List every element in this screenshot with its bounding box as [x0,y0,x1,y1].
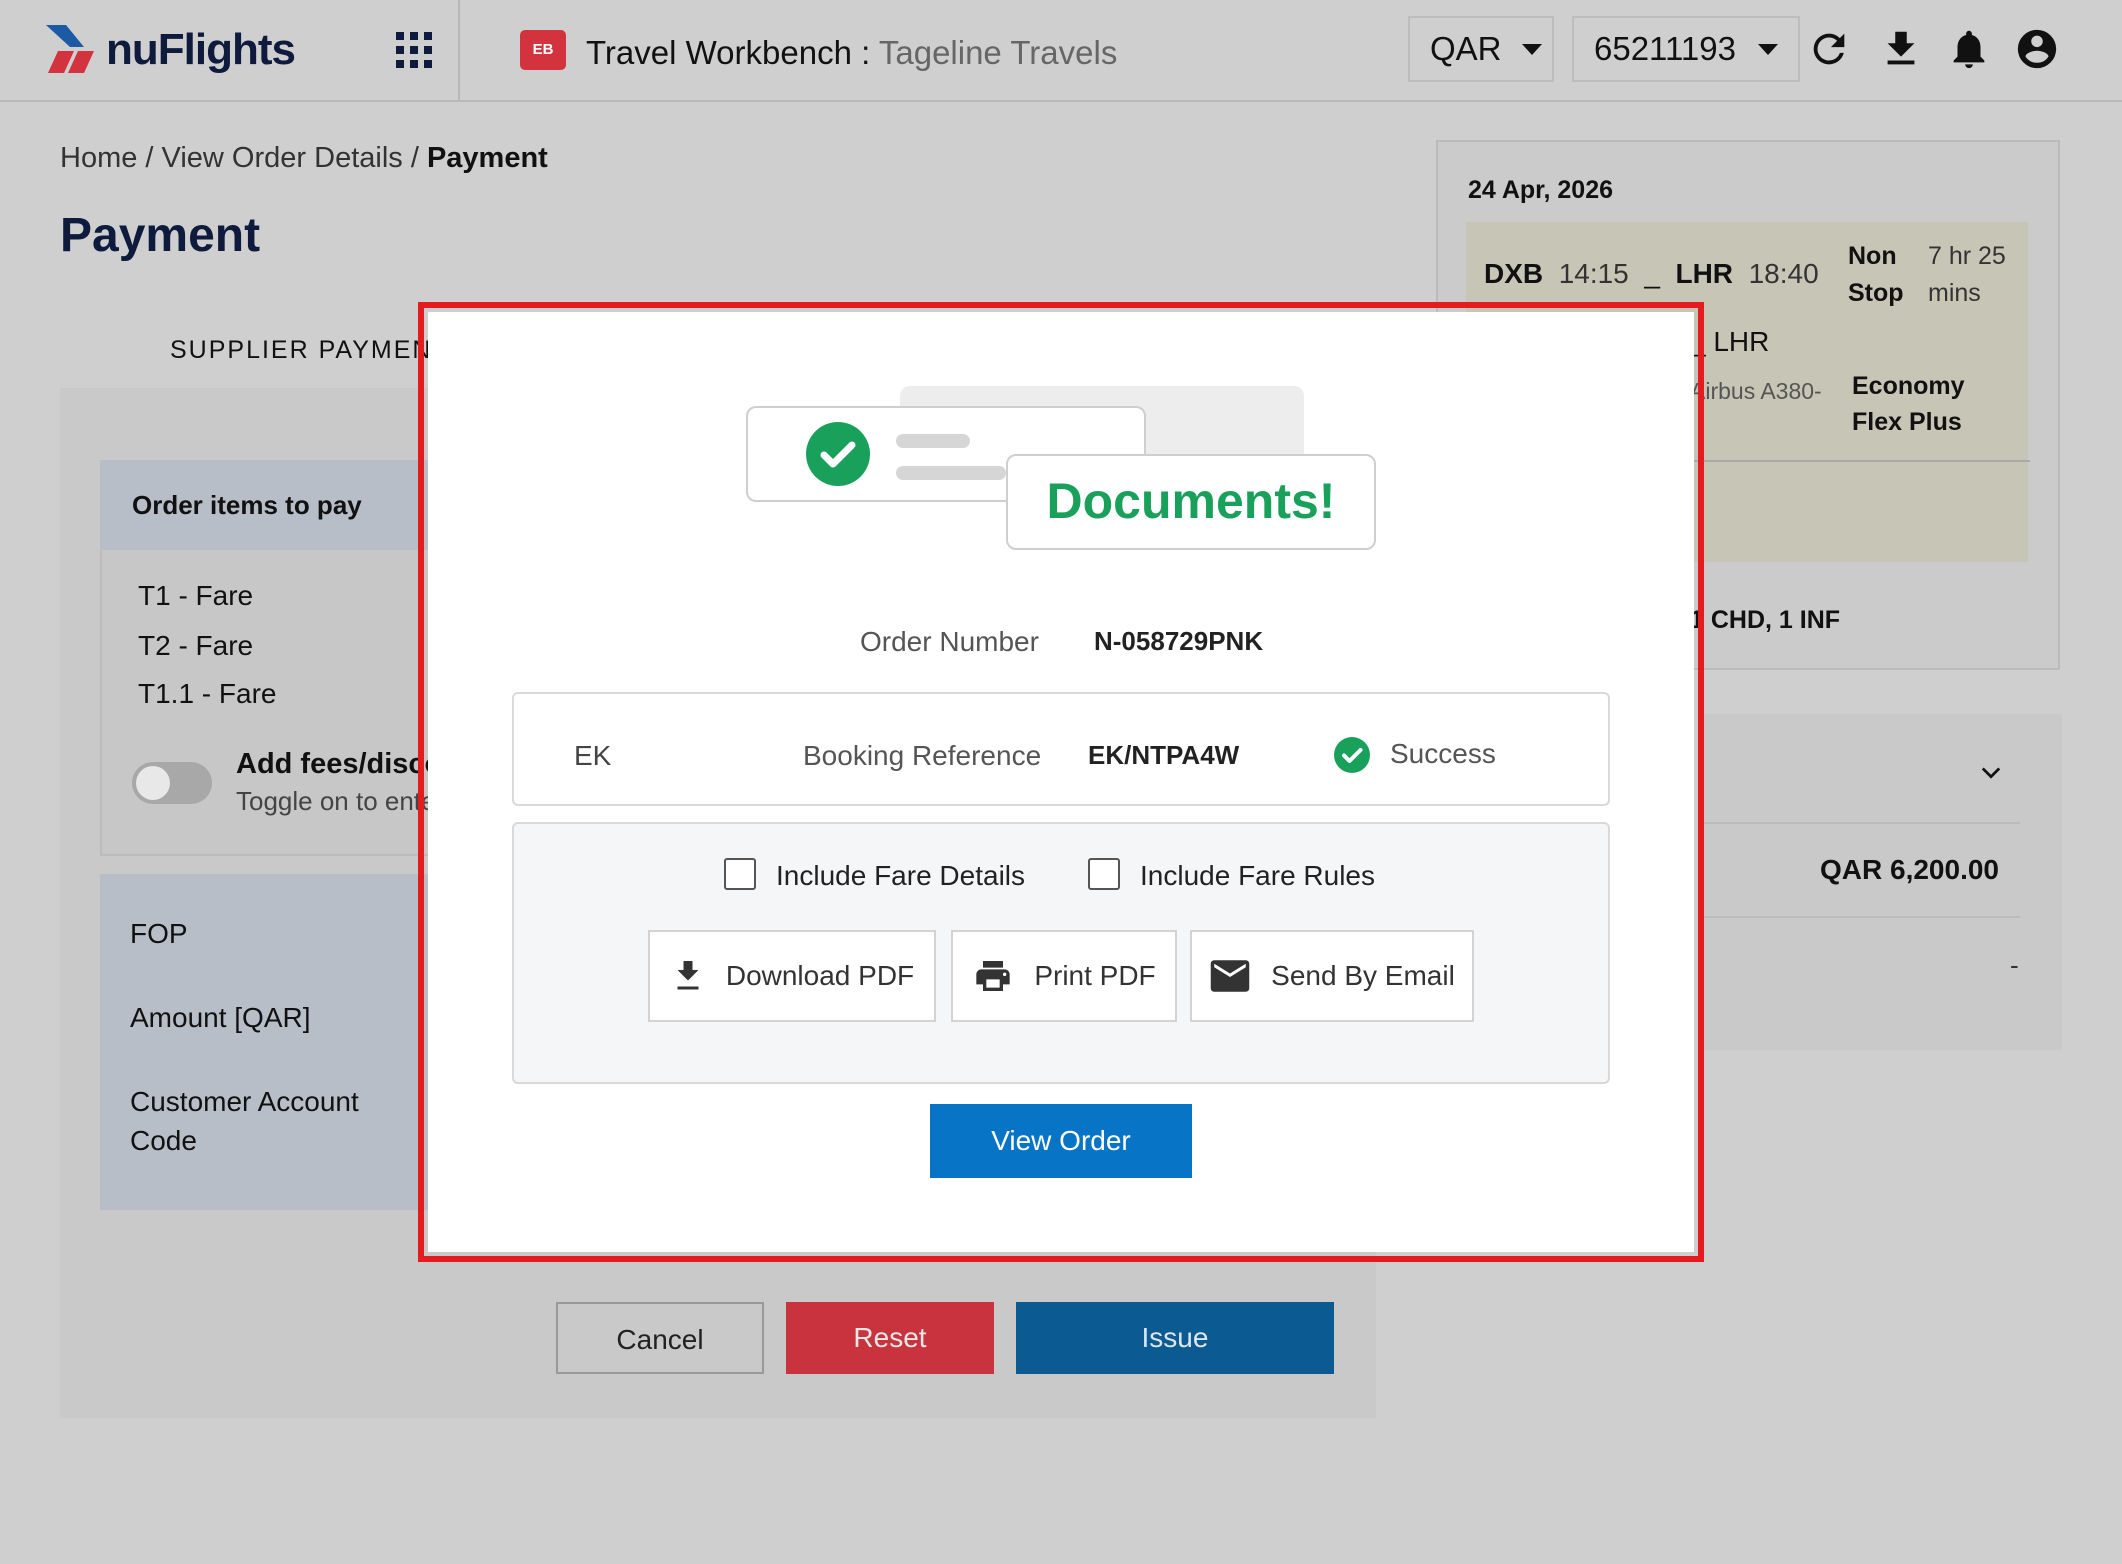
booking-reference-value: EK/NTPA4W [1088,740,1240,770]
breadcrumb-view-order[interactable]: View Order Details [162,142,403,174]
breadcrumb-home[interactable]: Home [60,142,137,174]
mail-icon [1210,960,1250,992]
include-fare-details-checkbox[interactable] [724,858,756,890]
workbench-title: Travel Workbench : Tageline Travels [586,34,1117,72]
account-select[interactable]: 65211193 [1572,16,1800,82]
print-pdf-label: Print PDF [1034,960,1156,991]
order-items-heading: Order items to pay [132,490,362,520]
summary-divider [1700,822,2020,824]
aircraft-type: Airbus A380- [1690,378,1822,404]
departure-time: 14:15 [1558,258,1629,289]
route-separator: _ [1644,258,1660,289]
breadcrumb-current: Payment [426,142,548,174]
arrival-time: 18:40 [1748,258,1819,289]
send-by-email-button[interactable]: Send By Email [1190,930,1474,1022]
duration-line-1: 7 hr 25 [1928,242,2006,270]
currency-value: QAR [1430,30,1502,67]
customer-account-label: Customer Account [130,1086,359,1117]
check-circle-icon [806,422,870,486]
refresh-icon[interactable] [1806,26,1852,72]
chevron-down-icon [1521,43,1542,55]
agency-name: Tageline Travels [878,34,1118,71]
printer-icon [976,961,1010,991]
amount-label: Amount [QAR] [130,1002,311,1033]
destination-code: LHR [1675,258,1734,289]
logo-mark-icon [46,25,94,73]
cabin-line-2: Flex Plus [1852,408,1962,436]
view-order-button[interactable]: View Order [930,1104,1192,1178]
order-items-header: Order items to pay [100,460,432,550]
booking-reference-label: Booking Reference [803,740,1042,771]
segment-divider [1690,460,2030,462]
illustration-line [896,434,970,448]
duration-info: 7 hr 25 mins [1928,238,2006,312]
order-item: T1 - Fare [138,580,254,611]
include-fare-rules-checkbox[interactable] [1088,858,1120,890]
breadcrumb-separator: / [145,142,154,174]
bell-icon[interactable] [1946,26,1992,72]
stops-info: Non Stop [1848,238,1904,312]
reset-button[interactable]: Reset [786,1302,994,1374]
origin-code: DXB [1484,258,1544,289]
total-amount: QAR 6,200.00 [1820,854,1999,885]
order-number-label: Order Number [860,626,1039,657]
fop-label: FOP [130,918,188,949]
print-pdf-button[interactable]: Print PDF [951,930,1177,1022]
page-title: Payment [60,209,261,262]
cabin-class: Economy Flex Plus [1852,368,1965,440]
include-fare-rules-label[interactable]: Include Fare Rules [1140,860,1375,892]
download-icon[interactable] [1878,26,1924,72]
issue-button[interactable]: Issue [1016,1302,1334,1374]
account-value: 65211193 [1594,30,1736,67]
summary-divider [1700,916,2020,918]
order-number-value: N-058729PNK [1094,626,1264,656]
airline-code: EK [574,740,612,771]
fees-hint: Toggle on to ente [236,786,436,816]
logo-text: nuFlights [106,25,296,74]
download-pdf-label: Download PDF [725,960,915,991]
send-by-email-label: Send By Email [1271,960,1455,991]
summary-empty-value: - [2010,950,2019,980]
illustration-line [896,466,1006,480]
duration-line-2: mins [1928,279,1981,307]
nuflights-logo[interactable]: nuFlights [44,20,296,80]
currency-select[interactable]: QAR [1408,16,1554,82]
cancel-button[interactable]: Cancel [556,1302,764,1374]
cabin-line-1: Economy [1852,372,1965,400]
include-fare-details-label[interactable]: Include Fare Details [776,860,1025,892]
customer-account-label-2: Code [130,1125,197,1156]
success-check-icon [1334,737,1370,773]
apps-grid-icon[interactable] [396,32,432,68]
download-icon [677,961,699,990]
breadcrumb-separator: / [410,142,419,174]
flight-route: DXB 14:15 _ LHR 18:40 [1484,258,1819,290]
workbench-icon: EB [520,30,566,70]
passenger-summary: 1 CHD, 1 INF [1690,606,1841,634]
user-account-icon[interactable] [2014,26,2060,72]
breadcrumb: Home / View Order Details / Payment [60,142,548,175]
header-divider [458,0,460,100]
chevron-down-icon [1758,43,1778,55]
download-pdf-button[interactable]: Download PDF [648,930,936,1022]
status-badge: Success [1390,738,1496,769]
stops-line-2: Stop [1848,279,1904,307]
chevron-down-icon[interactable] [1980,762,2002,784]
stops-line-1: Non [1848,242,1897,270]
fees-title: Add fees/disco [236,748,443,780]
tab-supplier-payment[interactable]: SUPPLIER PAYMENT [170,336,450,365]
fees-toggle[interactable] [132,762,212,804]
order-item: T2 - Fare [138,630,254,661]
workbench-title-text: Travel Workbench : [586,34,871,71]
flight-date: 24 Apr, 2026 [1468,176,1614,204]
documents-banner-text: Documents! [1046,473,1336,529]
order-item: T1.1 - Fare [138,678,277,709]
